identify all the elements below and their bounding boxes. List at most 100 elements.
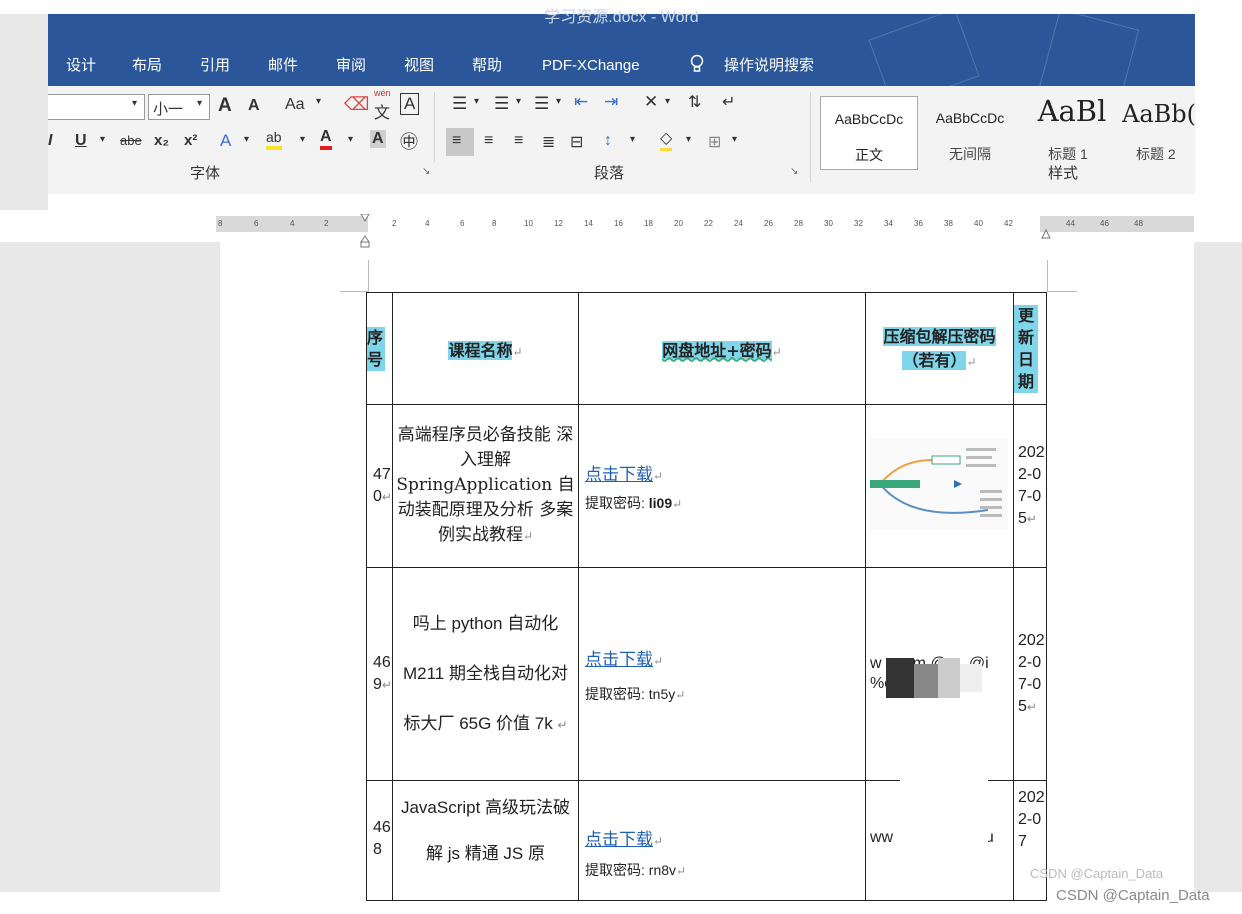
strikethrough-button[interactable]: abe <box>120 133 142 148</box>
multilevel-list-icon[interactable]: ☰ <box>534 94 549 114</box>
line-spacing-icon[interactable]: ↕ <box>604 132 612 150</box>
password-label: 提取密码: <box>585 494 649 511</box>
ruler-tick: 2 <box>324 219 329 228</box>
window-title: 学习资源.docx - Word <box>544 9 699 26</box>
ruler-tick: 18 <box>644 219 653 228</box>
chevron-down-icon: ▾ <box>630 134 636 145</box>
ruler-tick: 46 <box>1100 219 1109 228</box>
tell-me-search[interactable]: 操作说明搜索 <box>724 54 814 78</box>
font-size-value: 小一 <box>153 101 184 118</box>
margin-corner <box>1047 260 1048 292</box>
table-header-row: 序号 课程名称↵ 网盘地址+密码↵ 压缩包解压密码（若有）↵ 更新日期 <box>366 292 1047 405</box>
shading-icon[interactable]: ◇ <box>660 130 673 151</box>
ruler-tick: 28 <box>794 219 803 228</box>
style-name: 标题 1 <box>1048 146 1088 162</box>
style-preview: AaBbCcDc <box>935 110 1005 126</box>
align-right-icon[interactable]: ≡ <box>514 132 523 150</box>
character-border-button[interactable]: A <box>400 93 420 115</box>
header-cell[interactable]: 网盘地址+密码↵ <box>578 292 866 405</box>
align-center-icon[interactable]: ≡ <box>484 132 493 150</box>
decrease-indent-icon[interactable]: ⇤ <box>574 92 588 112</box>
increase-indent-icon[interactable]: ⇥ <box>604 92 618 112</box>
bullets-icon[interactable]: ☰ <box>452 94 467 114</box>
tab-layout[interactable]: 布局 <box>132 54 162 78</box>
font-size-box[interactable]: 小一 ▾ <box>148 94 210 120</box>
style-preview: AaBb( <box>1122 100 1195 128</box>
password-label: 提取密码: <box>585 685 649 702</box>
download-link[interactable]: 点击下载 <box>585 650 653 670</box>
ribbon-separator <box>434 92 435 162</box>
font-group-label: 字体 <box>190 165 221 182</box>
chevron-down-icon: ▾ <box>516 96 522 107</box>
indent-marker[interactable] <box>360 213 370 248</box>
date-value: 2022-07 <box>1018 789 1045 850</box>
tab-help[interactable]: 帮助 <box>472 54 502 78</box>
tab-view[interactable]: 视图 <box>404 54 434 78</box>
font-color-button[interactable]: A <box>320 128 332 150</box>
shrink-font-button[interactable]: A <box>248 97 260 115</box>
chinese-layout-icon[interactable]: ✕ <box>644 92 658 112</box>
text-effects-button[interactable]: A <box>220 131 231 151</box>
distributed-icon[interactable]: ⊟ <box>570 132 583 152</box>
ruler-tick: 16 <box>614 219 623 228</box>
borders-icon[interactable]: ⊞ <box>708 132 721 152</box>
subscript-button[interactable]: x₂ <box>154 132 169 149</box>
phonetic-guide-button[interactable]: 文 <box>374 99 390 123</box>
highlight-color-button[interactable]: ab <box>266 128 282 150</box>
justify-icon[interactable]: ≣ <box>542 132 555 152</box>
ruler-text-area: 2 4 6 8 10 12 14 16 18 20 22 24 26 28 30… <box>368 216 1040 232</box>
redaction-mosaic <box>938 658 960 698</box>
tab-review[interactable]: 审阅 <box>336 54 366 78</box>
header-netdisk: 网盘地址+密码 <box>662 340 772 360</box>
ruler-tick: 8 <box>492 219 497 228</box>
ruler-tick: 10 <box>524 219 533 228</box>
align-left-button[interactable]: ≡ <box>446 128 474 156</box>
font-name-box[interactable]: ▾ <box>48 94 145 120</box>
header-cell[interactable]: 更新日期 <box>1013 292 1047 405</box>
sort-icon[interactable]: ⇅ <box>688 92 701 112</box>
show-marks-icon[interactable]: ↵ <box>722 92 735 112</box>
tab-references[interactable]: 引用 <box>200 54 230 78</box>
ruler-tick: 14 <box>584 219 593 228</box>
ruler-tick: 24 <box>734 219 743 228</box>
download-link[interactable]: 点击下载 <box>585 830 653 850</box>
underline-button[interactable]: U <box>75 132 87 150</box>
workspace-background <box>1194 242 1242 892</box>
enclose-characters-button[interactable]: ㊥ <box>400 128 418 154</box>
character-shading-button[interactable]: A <box>370 130 386 148</box>
clear-formatting-icon[interactable]: ⌫ <box>344 94 369 115</box>
row-course-name: 吗上 python 自动化 M211 期全栈自动化对标大厂 65G 价值 7k … <box>392 567 579 781</box>
styles-group-label: 样式 <box>1048 165 1079 182</box>
tab-design[interactable]: 设计 <box>66 54 96 78</box>
tab-pdf-xchange[interactable]: PDF-XChange <box>542 54 640 78</box>
lightbulb-icon[interactable] <box>690 54 704 82</box>
ruler-tick: 26 <box>764 219 773 228</box>
ruler-tick: 38 <box>944 219 953 228</box>
italic-button[interactable]: I <box>48 132 52 150</box>
ruler-tick: 4 <box>290 219 295 228</box>
superscript-button[interactable]: x² <box>184 132 197 149</box>
ruler-tick: 2 <box>392 219 397 228</box>
grow-font-button[interactable]: A <box>218 95 232 117</box>
course-name-text: 高端程序员必备技能 深入理解 SpringApplication 自动装配原理及… <box>396 425 575 545</box>
header-cell[interactable]: 压缩包解压密码（若有）↵ <box>865 292 1014 405</box>
paragraph-dialog-launcher-icon[interactable]: ↘ <box>790 166 798 177</box>
row-index: 468 <box>366 780 393 901</box>
tab-mailings[interactable]: 邮件 <box>268 54 298 78</box>
header-cell[interactable]: 序号 <box>366 292 393 405</box>
redaction-mosaic <box>960 664 982 692</box>
style-no-spacing[interactable]: AaBbCcDc 无间隔 <box>922 96 1018 168</box>
download-link[interactable]: 点击下载 <box>585 465 653 485</box>
change-case-button[interactable]: Aa <box>285 96 305 114</box>
right-indent-marker[interactable] <box>1041 228 1051 242</box>
ruler-tick: 34 <box>884 219 893 228</box>
ribbon-tabs: 设计 布局 引用 邮件 审阅 视图 帮助 PDF-XChange 操作说明搜索 <box>48 8 1195 110</box>
style-normal[interactable]: AaBbCcDc 正文 <box>820 96 918 170</box>
row-course-name: JavaScript 高级玩法破解 js 精通 JS 原 <box>392 780 579 901</box>
style-heading-2[interactable]: AaBb( 标题 2 <box>1120 92 1195 168</box>
numbering-icon[interactable]: ☰ <box>494 94 509 114</box>
row-date: 2022-07 <box>1013 780 1047 901</box>
style-heading-1[interactable]: AaBl 标题 1 <box>1022 92 1114 168</box>
font-dialog-launcher-icon[interactable]: ↘ <box>422 166 430 177</box>
header-cell[interactable]: 课程名称↵ <box>392 292 579 405</box>
